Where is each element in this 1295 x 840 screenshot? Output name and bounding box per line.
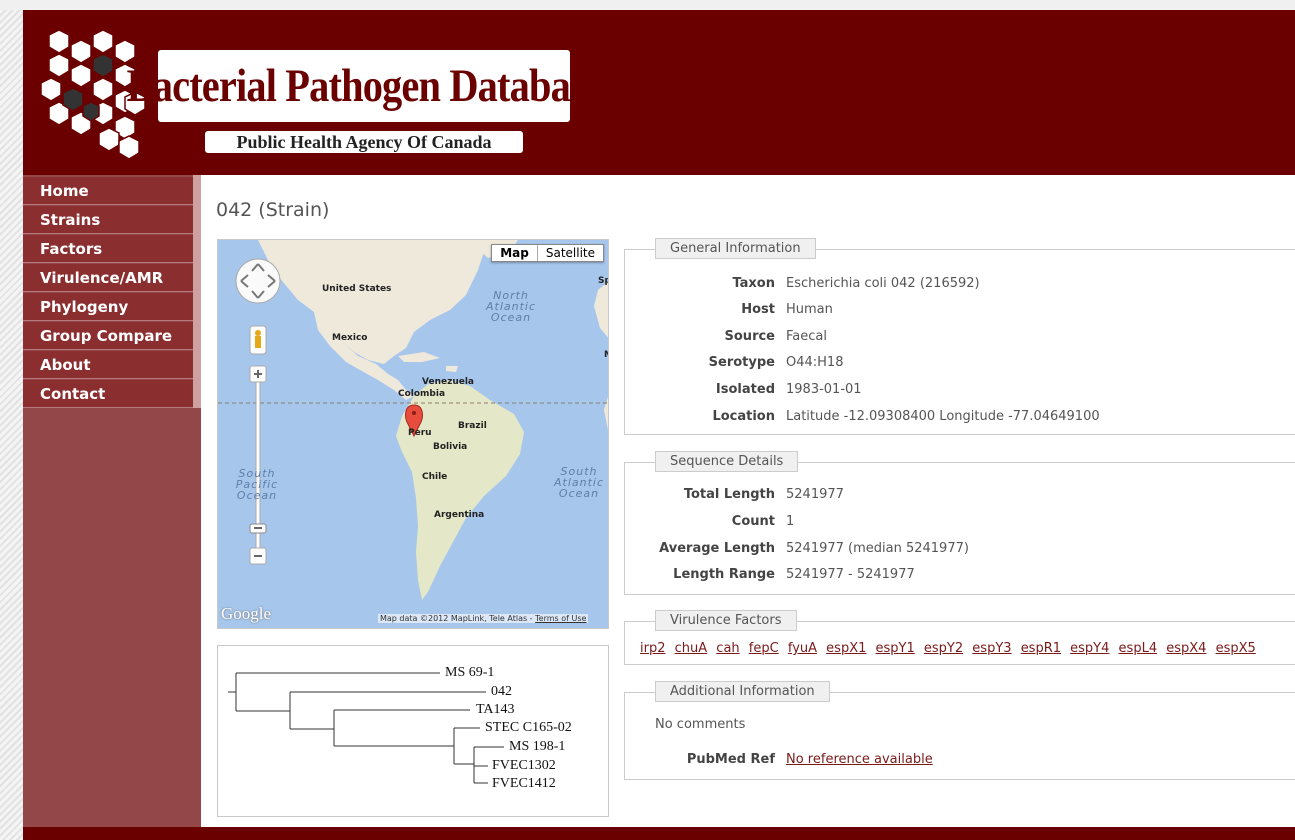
main-content: 042 (Strain) Map Satellite United States… [201, 175, 1295, 827]
average-length-label: Average Length [659, 541, 775, 556]
general-information-panel: General Information Taxon Escherichia co… [624, 238, 1295, 435]
map-type-control: Map Satellite [491, 244, 604, 262]
virulence-factor-link[interactable]: espY3 [972, 641, 1011, 656]
virulence-factor-link[interactable]: espL4 [1119, 641, 1158, 656]
map-label-m: M [604, 350, 608, 360]
sidebar: Home Strains Factors Virulence/AMR Phylo… [23, 175, 201, 827]
nav-group-compare[interactable]: Group Compare [23, 322, 193, 350]
page-title: 042 (Strain) [216, 199, 330, 221]
host-label: Host [741, 302, 775, 317]
virulence-factor-link[interactable]: cah [716, 641, 739, 656]
count-value: 1 [786, 514, 795, 529]
tree-leaf: MS 69-1 [445, 665, 495, 680]
virulence-factor-link[interactable]: fyuA [788, 641, 817, 656]
location-map[interactable]: Map Satellite United States Mexico Venez… [217, 239, 609, 629]
virulence-factor-link[interactable]: espY1 [876, 641, 915, 656]
serotype-label: Serotype [708, 355, 775, 370]
virulence-factor-link[interactable]: fepC [749, 641, 779, 656]
sequence-details-legend: Sequence Details [655, 451, 799, 472]
site-footer [23, 827, 1295, 840]
serotype-value: O44:H18 [786, 355, 844, 370]
total-length-value: 5241977 [786, 487, 844, 502]
virulence-factor-link[interactable]: espX1 [826, 641, 866, 656]
site-subtitle-box: Public Health Agency Of Canada [205, 131, 523, 153]
map-label-sp: Sp [598, 276, 608, 286]
host-value: Human [786, 302, 833, 317]
sidebar-gutter [193, 175, 201, 408]
map-label-mexico: Mexico [332, 333, 368, 343]
map-label-argentina: Argentina [434, 510, 485, 520]
map-label-us: United States [322, 284, 392, 294]
location-label: Location [712, 409, 775, 424]
terms-of-use-link[interactable]: Terms of Use [535, 614, 586, 623]
map-label-south-pacific: South Pacific Ocean [235, 467, 279, 502]
site-subtitle: Public Health Agency Of Canada [236, 131, 492, 152]
total-length-label: Total Length [683, 487, 775, 502]
tree-leaf: FVEC1302 [492, 758, 556, 773]
site-title-box: Bacterial Pathogen Database [126, 50, 602, 122]
map-attribution: Map data ©2012 MapLink, Tele Atlas - Ter… [378, 614, 589, 623]
length-range-label: Length Range [673, 567, 775, 582]
map-label-north-atlantic: North Atlantic Ocean [486, 289, 537, 324]
general-information-legend: General Information [655, 238, 816, 259]
pubmed-reference-link[interactable]: No reference available [786, 752, 933, 767]
map-label-colombia: Colombia [398, 389, 446, 399]
virulence-factor-link[interactable]: chuA [675, 641, 708, 656]
map-type-satellite-button[interactable]: Satellite [538, 245, 603, 261]
nav-contact[interactable]: Contact [23, 380, 193, 408]
average-length-value: 5241977 (median 5241977) [786, 541, 969, 556]
map-label-brazil: Brazil [458, 421, 487, 431]
map-label-chile: Chile [422, 472, 448, 482]
isolated-label: Isolated [715, 382, 775, 397]
virulence-factor-link[interactable]: espY2 [924, 641, 963, 656]
additional-information-legend: Additional Information [655, 681, 830, 702]
virulence-factor-list: irp2 chuA cah fepC fyuA espX1 espY1 espY… [640, 641, 1261, 656]
browser-left-strip [0, 10, 23, 840]
virulence-factor-link[interactable]: espY4 [1070, 641, 1109, 656]
phylogeny-tree: MS 69-1 042 TA143 STEC C165-02 MS 198-1 … [217, 645, 609, 817]
tree-leaf: STEC C165-02 [485, 720, 572, 735]
comments-text: No comments [655, 717, 746, 732]
map-label-venezuela: Venezuela [422, 377, 474, 387]
isolated-value: 1983-01-01 [786, 382, 862, 397]
virulence-factor-link[interactable]: irp2 [640, 641, 665, 656]
map-attribution-text: Map data ©2012 MapLink, Tele Atlas - [380, 614, 536, 623]
tree-leaf: TA143 [476, 702, 515, 717]
virulence-factors-panel: Virulence Factors irp2 chuA cah fepC fyu… [624, 610, 1295, 665]
nav-phylogeny[interactable]: Phylogeny [23, 293, 193, 321]
nav-home[interactable]: Home [23, 177, 193, 205]
map-label-bolivia: Bolivia [433, 442, 468, 452]
tree-leaf: MS 198-1 [509, 739, 566, 754]
count-label: Count [731, 514, 775, 529]
map-label-south-atlantic: South Atlantic Ocean [554, 465, 605, 500]
virulence-factors-legend: Virulence Factors [655, 610, 797, 631]
tree-leaf: 042 [491, 684, 512, 699]
source-value: Faecal [786, 329, 827, 344]
virulence-factor-link[interactable]: espR1 [1021, 641, 1061, 656]
nav-factors[interactable]: Factors [23, 235, 193, 263]
tree-leaf: FVEC1412 [492, 776, 556, 791]
additional-information-panel: Additional Information No comments PubMe… [624, 681, 1295, 780]
sequence-details-panel: Sequence Details Total Length 5241977 Co… [624, 451, 1295, 595]
site-header: Bacterial Pathogen Database Public Healt… [23, 10, 1295, 175]
length-range-value: 5241977 - 5241977 [786, 567, 915, 582]
map-type-map-button[interactable]: Map [492, 245, 538, 261]
nav-strains[interactable]: Strains [23, 206, 193, 234]
virulence-factor-link[interactable]: espX5 [1216, 641, 1256, 656]
taxon-label: Taxon [732, 276, 775, 291]
taxon-value: Escherichia coli 042 (216592) [786, 276, 980, 291]
google-logo: Google [221, 604, 272, 623]
site-title: Bacterial Pathogen Database [126, 60, 602, 112]
map-label-peru: Peru [408, 428, 432, 438]
pubmed-label: PubMed Ref [686, 752, 775, 767]
source-label: Source [724, 329, 775, 344]
nav-about[interactable]: About [23, 351, 193, 379]
virulence-factor-link[interactable]: espX4 [1166, 641, 1206, 656]
location-value: Latitude -12.09308400 Longitude -77.0464… [786, 409, 1100, 424]
nav-virulence-amr[interactable]: Virulence/AMR [23, 264, 193, 292]
